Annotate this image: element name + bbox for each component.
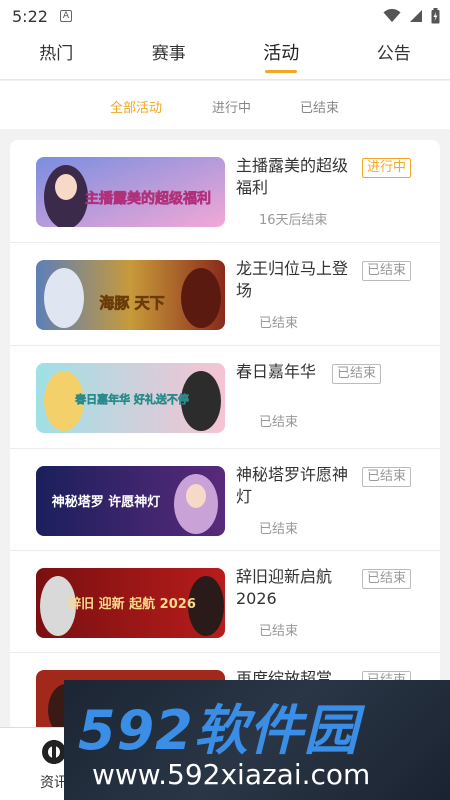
tab-announcements[interactable]: 公告 [338, 32, 450, 79]
activity-banner: 主播露美的超级福利 [36, 157, 225, 227]
status-badge: 已结束 [362, 467, 412, 487]
status-badge: 已结束 [332, 364, 382, 384]
activity-banner: 辞旧 迎新 起航 2026 [36, 568, 225, 638]
activity-time: 已结束 [259, 522, 299, 537]
cell-signal-icon [410, 10, 422, 22]
activity-item[interactable]: 春日嘉年华 好礼送不停 春日嘉年华 已结束 已结束 [10, 346, 440, 449]
watermark-brand: 592软件园 [78, 699, 359, 762]
filter-all[interactable]: 全部活动 [110, 97, 162, 116]
battery-icon [431, 8, 440, 24]
activity-banner: 春日嘉年华 好礼送不停 [36, 363, 225, 433]
watermark-url: www.592xiazai.com [92, 758, 371, 791]
tab-hot[interactable]: 热门 [0, 32, 113, 79]
banner-text: 春日嘉年华 好礼送不停 [75, 392, 189, 406]
status-badge: 进行中 [362, 158, 412, 178]
status-badge: 已结束 [362, 261, 412, 281]
activity-title: 辞旧迎新启航2026 [236, 567, 333, 608]
status-bar: 5:22 A [0, 0, 450, 32]
tab-activities[interactable]: 活动 [225, 32, 338, 79]
banner-text: 神秘塔罗 许愿神灯 [52, 494, 161, 510]
activity-list: 主播露美的超级福利 主播露美的超级福利 进行中 16天后结束 海豚 天下 龙王归… [10, 140, 440, 760]
activity-item[interactable]: 海豚 天下 龙王归位马上登场 已结束 已结束 [10, 243, 440, 346]
filter-ongoing[interactable]: 进行中 [212, 97, 251, 116]
banner-text: 辞旧 迎新 起航 2026 [68, 596, 196, 612]
activity-title: 龙王归位马上登场 [236, 259, 349, 300]
activity-item[interactable]: 神秘塔罗 许愿神灯 神秘塔罗许愿神灯 已结束 已结束 [10, 449, 440, 551]
notification-icon: A [59, 10, 72, 22]
top-tab-bar: 热门 赛事 活动 公告 [0, 32, 450, 80]
watermark: 592软件园 www.592xiazai.com [64, 680, 450, 800]
tab-events[interactable]: 赛事 [113, 32, 226, 79]
status-time: 5:22 [12, 6, 48, 26]
status-indicators [383, 8, 440, 24]
activity-title: 主播露美的超级福利 [236, 156, 349, 197]
activity-time: 已结束 [259, 624, 299, 639]
activity-banner: 神秘塔罗 许愿神灯 [36, 466, 225, 536]
status-badge: 已结束 [362, 569, 412, 589]
banner-text: 海豚 天下 [99, 294, 164, 312]
banner-text: 主播露美的超级福利 [85, 190, 211, 207]
filter-ended[interactable]: 已结束 [300, 97, 339, 116]
activity-time: 已结束 [259, 316, 299, 331]
activity-time: 16天后结束 [259, 213, 328, 228]
activity-item[interactable]: 辞旧 迎新 起航 2026 辞旧迎新启航2026 已结束 已结束 [10, 551, 440, 653]
filter-bar: 全部活动 进行中 已结束 [0, 81, 450, 129]
activity-time: 已结束 [259, 415, 299, 430]
activity-item[interactable]: 主播露美的超级福利 主播露美的超级福利 进行中 16天后结束 [10, 140, 440, 243]
wifi-icon [383, 9, 401, 22]
activity-title: 神秘塔罗许愿神灯 [236, 465, 349, 506]
activity-banner: 海豚 天下 [36, 260, 225, 330]
